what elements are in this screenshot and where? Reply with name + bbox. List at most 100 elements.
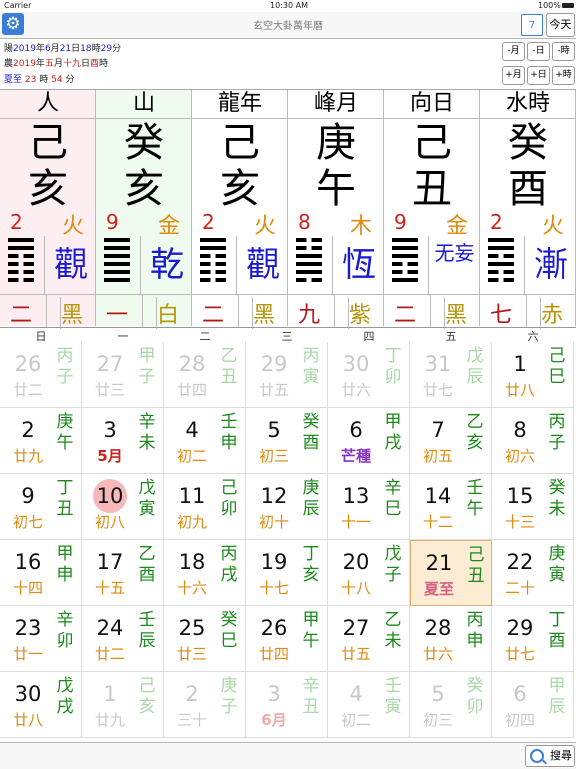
calendar-day[interactable]: 28 廿四 乙丑: [164, 342, 246, 408]
calendar-day[interactable]: 30 廿八 戊戌: [0, 672, 82, 738]
calendar-day[interactable]: 15 十三 癸未: [492, 474, 574, 540]
next-day-button[interactable]: +日: [527, 66, 550, 85]
ganzhi-label: 庚辰: [302, 478, 320, 519]
gua-number: 9: [106, 210, 119, 234]
hexagram-line: [104, 270, 130, 274]
next-hour-button[interactable]: +時: [552, 66, 575, 85]
ganzhi-label: 丙寅: [302, 346, 320, 387]
calendar-day[interactable]: 1 廿八 己巳: [492, 342, 574, 408]
day-number: 20: [342, 550, 370, 574]
ganzhi-label: 壬辰: [138, 610, 156, 651]
calendar-day[interactable]: 3 6月 辛丑: [246, 672, 328, 738]
calendar-icon[interactable]: 7: [521, 14, 543, 36]
gua-name: 觀: [236, 236, 289, 294]
calendar-day[interactable]: 2 三十 庚子: [164, 672, 246, 738]
lunar-day-label: 初八: [94, 513, 125, 531]
calendar-day[interactable]: 6 芒種 甲戌: [328, 408, 410, 474]
earthly-branch: 酉: [508, 166, 548, 212]
day-number: 1: [513, 352, 527, 376]
prev-day-button[interactable]: -日: [527, 42, 550, 61]
calendar-day[interactable]: 2 廿九 庚午: [0, 408, 82, 474]
hexagram-line: [392, 246, 418, 250]
column-label: 水時: [480, 90, 576, 119]
earthly-branch: 亥: [124, 166, 164, 212]
day-number: 28: [424, 616, 452, 640]
lunar-day-label: 廿二: [12, 381, 43, 399]
day-number: 22: [506, 550, 534, 574]
calendar-day[interactable]: 27 廿五 乙未: [328, 606, 410, 672]
bagua-column: 龍年己亥 2 火觀二黑: [192, 90, 289, 329]
calendar-day[interactable]: 17 十五 乙酉: [82, 540, 164, 606]
calendar-day[interactable]: 29 廿七 丁酉: [492, 606, 574, 672]
ganzhi-label: 丙戌: [220, 544, 238, 585]
day-number: 5: [431, 682, 445, 706]
lunar-day-label: 廿三: [94, 381, 125, 399]
lunar-day-label: 廿一: [12, 645, 43, 663]
lunar-day-label: 廿九: [94, 711, 125, 729]
calendar-day[interactable]: 9 初七 丁丑: [0, 474, 82, 540]
gua-name: 觀: [44, 236, 97, 294]
calendar-day[interactable]: 12 初十 庚辰: [246, 474, 328, 540]
heavenly-stem: 癸: [508, 120, 548, 166]
today-button[interactable]: 今天: [546, 13, 575, 37]
calendar-day[interactable]: 24 廿二 壬辰: [82, 606, 164, 672]
gua-number: 2: [490, 210, 503, 234]
lunar-day-label: 廿七: [504, 645, 535, 663]
ganzhi-label: 丁酉: [548, 610, 566, 651]
search-button[interactable]: 搜尋: [525, 745, 575, 767]
hexagram-line: [200, 270, 226, 274]
calendar-day[interactable]: 30 廿六 丁卯: [328, 342, 410, 408]
calendar-day[interactable]: 5 初三 癸酉: [246, 408, 328, 474]
day-number: 1: [103, 682, 117, 706]
calendar-day[interactable]: 26 廿二 丙子: [0, 342, 82, 408]
calendar-day[interactable]: 23 廿一 辛卯: [0, 606, 82, 672]
calendar-day[interactable]: 13 十一 辛巳: [328, 474, 410, 540]
bottom-bar: 搜尋: [0, 742, 576, 769]
calendar-day[interactable]: 5 初三 癸卯: [410, 672, 492, 738]
hexagram-line: [8, 254, 34, 258]
day-number: 4: [349, 682, 363, 706]
nav-bar: ⚙ 玄空大卦萬年曆 7 今天: [0, 12, 576, 39]
bagua-column: 水時癸酉 2 火漸七赤: [480, 90, 576, 329]
calendar-day[interactable]: 8 初六 丙子: [492, 408, 574, 474]
hexagram-icon: [488, 238, 514, 290]
calendar-day[interactable]: 10 初八 戊寅: [82, 474, 164, 540]
calendar-day-today[interactable]: 21 夏至 己丑: [410, 540, 492, 606]
calendar-day[interactable]: 25 廿三 癸巳: [164, 606, 246, 672]
day-number: 26: [260, 616, 288, 640]
calendar-day[interactable]: 4 初二 壬寅: [328, 672, 410, 738]
calendar-day[interactable]: 31 廿七 戊辰: [410, 342, 492, 408]
calendar-day[interactable]: 7 初五 乙亥: [410, 408, 492, 474]
status-bar: Carrier 10:30 AM 100%: [0, 0, 576, 12]
calendar-day[interactable]: 16 十四 甲申: [0, 540, 82, 606]
ganzhi-label: 己丑: [467, 545, 485, 586]
calendar-day[interactable]: 20 十八 戊子: [328, 540, 410, 606]
hexagram-line: [104, 254, 130, 258]
solar-date: 陽2019年6月21日18時29分: [4, 41, 121, 54]
calendar-day[interactable]: 18 十六 丙戌: [164, 540, 246, 606]
day-number: 4: [185, 418, 199, 442]
calendar-day[interactable]: 1 廿九 己亥: [82, 672, 164, 738]
calendar-day[interactable]: 14 十二 壬午: [410, 474, 492, 540]
prev-month-button[interactable]: -月: [502, 42, 525, 61]
calendar-day[interactable]: 6 初四 甲辰: [492, 672, 574, 738]
star-color: 黑: [60, 297, 83, 329]
ganzhi-label: 甲午: [302, 610, 320, 651]
ganzhi-label: 甲子: [138, 346, 156, 387]
flying-star: 二黑: [0, 294, 96, 329]
calendar-day[interactable]: 29 廿五 丙寅: [246, 342, 328, 408]
calendar-day[interactable]: 22 二十 庚寅: [492, 540, 574, 606]
day-number: 19: [260, 550, 288, 574]
next-month-button[interactable]: +月: [502, 66, 525, 85]
solar-hour-unit: 時: [91, 44, 101, 54]
calendar-day[interactable]: 19 十七 丁亥: [246, 540, 328, 606]
calendar-day[interactable]: 4 初二 壬申: [164, 408, 246, 474]
calendar-day[interactable]: 3 5月 辛未: [82, 408, 164, 474]
star-number: 九: [298, 303, 321, 328]
calendar-day[interactable]: 27 廿三 甲子: [82, 342, 164, 408]
calendar-day[interactable]: 11 初九 己卯: [164, 474, 246, 540]
prev-hour-button[interactable]: -時: [552, 42, 575, 61]
hexagram-line: [104, 246, 130, 250]
calendar-day[interactable]: 28 廿六 丙申: [410, 606, 492, 672]
calendar-day[interactable]: 26 廿四 甲午: [246, 606, 328, 672]
